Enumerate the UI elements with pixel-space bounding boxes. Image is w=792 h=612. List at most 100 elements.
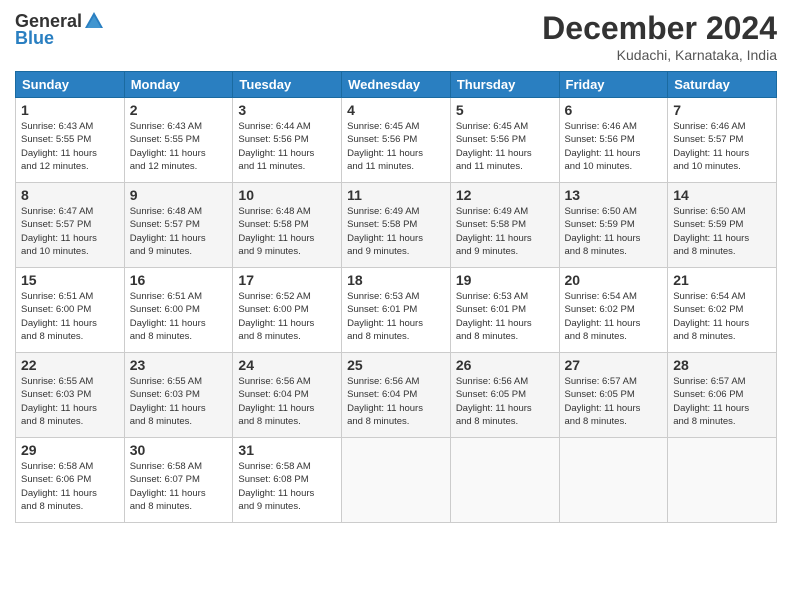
day-info: Sunrise: 6:48 AM Sunset: 5:57 PM Dayligh… bbox=[130, 205, 228, 258]
calendar-week-row: 22 Sunrise: 6:55 AM Sunset: 6:03 PM Dayli… bbox=[16, 353, 777, 438]
calendar-day-cell: 21 Sunrise: 6:54 AM Sunset: 6:02 PM Dayli… bbox=[668, 268, 777, 353]
calendar-day-cell: 19 Sunrise: 6:53 AM Sunset: 6:01 PM Dayli… bbox=[450, 268, 559, 353]
day-number: 26 bbox=[456, 357, 554, 373]
location: Kudachi, Karnataka, India bbox=[542, 47, 777, 63]
calendar-day-cell: 6Sunrise: 6:46 AM Sunset: 5:56 PM Daylig… bbox=[559, 98, 668, 183]
day-number: 24 bbox=[238, 357, 336, 373]
calendar-day-header: Saturday bbox=[668, 72, 777, 98]
day-info: Sunrise: 6:49 AM Sunset: 5:58 PM Dayligh… bbox=[456, 205, 554, 258]
calendar-week-row: 29 Sunrise: 6:58 AM Sunset: 6:06 PM Dayli… bbox=[16, 438, 777, 523]
day-number: 2 bbox=[130, 102, 228, 118]
calendar-day-header: Thursday bbox=[450, 72, 559, 98]
day-number: 6 bbox=[565, 102, 663, 118]
day-info: Sunrise: 6:50 AM Sunset: 5:59 PM Dayligh… bbox=[565, 205, 663, 258]
calendar-day-cell bbox=[668, 438, 777, 523]
calendar-day-header: Sunday bbox=[16, 72, 125, 98]
calendar-day-cell: 14 Sunrise: 6:50 AM Sunset: 5:59 PM Dayli… bbox=[668, 183, 777, 268]
day-number: 25 bbox=[347, 357, 445, 373]
day-number: 30 bbox=[130, 442, 228, 458]
logo-blue: Blue bbox=[15, 28, 54, 49]
day-number: 27 bbox=[565, 357, 663, 373]
day-info: Sunrise: 6:52 AM Sunset: 6:00 PM Dayligh… bbox=[238, 290, 336, 343]
day-info: Sunrise: 6:51 AM Sunset: 6:00 PM Dayligh… bbox=[21, 290, 119, 343]
calendar-day-cell bbox=[559, 438, 668, 523]
calendar-day-cell: 28 Sunrise: 6:57 AM Sunset: 6:06 PM Dayli… bbox=[668, 353, 777, 438]
day-info: Sunrise: 6:54 AM Sunset: 6:02 PM Dayligh… bbox=[565, 290, 663, 343]
calendar-header-row: SundayMondayTuesdayWednesdayThursdayFrid… bbox=[16, 72, 777, 98]
calendar-week-row: 15 Sunrise: 6:51 AM Sunset: 6:00 PM Dayli… bbox=[16, 268, 777, 353]
logo: General Blue bbox=[15, 10, 106, 49]
day-number: 5 bbox=[456, 102, 554, 118]
calendar-day-cell: 27 Sunrise: 6:57 AM Sunset: 6:05 PM Dayli… bbox=[559, 353, 668, 438]
calendar-day-cell bbox=[342, 438, 451, 523]
day-number: 7 bbox=[673, 102, 771, 118]
calendar-day-cell: 29 Sunrise: 6:58 AM Sunset: 6:06 PM Dayli… bbox=[16, 438, 125, 523]
day-number: 28 bbox=[673, 357, 771, 373]
calendar-day-cell: 4 Sunrise: 6:45 AM Sunset: 5:56 PM Daylig… bbox=[342, 98, 451, 183]
calendar-day-cell: 8Sunrise: 6:47 AM Sunset: 5:57 PM Daylig… bbox=[16, 183, 125, 268]
calendar-week-row: 8Sunrise: 6:47 AM Sunset: 5:57 PM Daylig… bbox=[16, 183, 777, 268]
day-number: 10 bbox=[238, 187, 336, 203]
calendar-day-cell: 18Sunrise: 6:53 AM Sunset: 6:01 PM Dayli… bbox=[342, 268, 451, 353]
calendar-day-cell: 5Sunrise: 6:45 AM Sunset: 5:56 PM Daylig… bbox=[450, 98, 559, 183]
calendar-day-cell: 17 Sunrise: 6:52 AM Sunset: 6:00 PM Dayli… bbox=[233, 268, 342, 353]
day-info: Sunrise: 6:53 AM Sunset: 6:01 PM Dayligh… bbox=[347, 290, 445, 343]
title-section: December 2024 Kudachi, Karnataka, India bbox=[542, 10, 777, 63]
calendar-day-cell bbox=[450, 438, 559, 523]
day-number: 1 bbox=[21, 102, 119, 118]
day-number: 20 bbox=[565, 272, 663, 288]
day-info: Sunrise: 6:45 AM Sunset: 5:56 PM Dayligh… bbox=[347, 120, 445, 173]
day-info: Sunrise: 6:56 AM Sunset: 6:05 PM Dayligh… bbox=[456, 375, 554, 428]
day-info: Sunrise: 6:50 AM Sunset: 5:59 PM Dayligh… bbox=[673, 205, 771, 258]
calendar-day-cell: 9 Sunrise: 6:48 AM Sunset: 5:57 PM Daylig… bbox=[124, 183, 233, 268]
day-info: Sunrise: 6:51 AM Sunset: 6:00 PM Dayligh… bbox=[130, 290, 228, 343]
day-number: 31 bbox=[238, 442, 336, 458]
calendar-day-cell: 7 Sunrise: 6:46 AM Sunset: 5:57 PM Daylig… bbox=[668, 98, 777, 183]
calendar-day-cell: 10 Sunrise: 6:48 AM Sunset: 5:58 PM Dayli… bbox=[233, 183, 342, 268]
calendar-day-cell: 2Sunrise: 6:43 AM Sunset: 5:55 PM Daylig… bbox=[124, 98, 233, 183]
day-number: 4 bbox=[347, 102, 445, 118]
calendar-day-cell: 11Sunrise: 6:49 AM Sunset: 5:58 PM Dayli… bbox=[342, 183, 451, 268]
day-number: 19 bbox=[456, 272, 554, 288]
day-number: 12 bbox=[456, 187, 554, 203]
calendar-day-cell: 22 Sunrise: 6:55 AM Sunset: 6:03 PM Dayli… bbox=[16, 353, 125, 438]
day-number: 14 bbox=[673, 187, 771, 203]
calendar-day-cell: 31 Sunrise: 6:58 AM Sunset: 6:08 PM Dayli… bbox=[233, 438, 342, 523]
day-number: 16 bbox=[130, 272, 228, 288]
logo-icon bbox=[83, 10, 105, 32]
day-info: Sunrise: 6:46 AM Sunset: 5:57 PM Dayligh… bbox=[673, 120, 771, 173]
day-number: 22 bbox=[21, 357, 119, 373]
day-info: Sunrise: 6:53 AM Sunset: 6:01 PM Dayligh… bbox=[456, 290, 554, 343]
calendar-day-cell: 25 Sunrise: 6:56 AM Sunset: 6:04 PM Dayli… bbox=[342, 353, 451, 438]
calendar-week-row: 1 Sunrise: 6:43 AM Sunset: 5:55 PM Daylig… bbox=[16, 98, 777, 183]
day-info: Sunrise: 6:48 AM Sunset: 5:58 PM Dayligh… bbox=[238, 205, 336, 258]
calendar-day-cell: 15 Sunrise: 6:51 AM Sunset: 6:00 PM Dayli… bbox=[16, 268, 125, 353]
calendar-day-cell: 24Sunrise: 6:56 AM Sunset: 6:04 PM Dayli… bbox=[233, 353, 342, 438]
calendar-day-cell: 3Sunrise: 6:44 AM Sunset: 5:56 PM Daylig… bbox=[233, 98, 342, 183]
day-number: 23 bbox=[130, 357, 228, 373]
month-title: December 2024 bbox=[542, 10, 777, 47]
day-number: 15 bbox=[21, 272, 119, 288]
day-info: Sunrise: 6:58 AM Sunset: 6:07 PM Dayligh… bbox=[130, 460, 228, 513]
day-number: 13 bbox=[565, 187, 663, 203]
main-container: General Blue December 2024 Kudachi, Karn… bbox=[0, 0, 792, 612]
calendar-day-cell: 26 Sunrise: 6:56 AM Sunset: 6:05 PM Dayli… bbox=[450, 353, 559, 438]
day-number: 29 bbox=[21, 442, 119, 458]
day-info: Sunrise: 6:58 AM Sunset: 6:06 PM Dayligh… bbox=[21, 460, 119, 513]
day-number: 3 bbox=[238, 102, 336, 118]
calendar-table: SundayMondayTuesdayWednesdayThursdayFrid… bbox=[15, 71, 777, 523]
day-info: Sunrise: 6:57 AM Sunset: 6:06 PM Dayligh… bbox=[673, 375, 771, 428]
day-info: Sunrise: 6:57 AM Sunset: 6:05 PM Dayligh… bbox=[565, 375, 663, 428]
day-number: 9 bbox=[130, 187, 228, 203]
calendar-day-cell: 30 Sunrise: 6:58 AM Sunset: 6:07 PM Dayli… bbox=[124, 438, 233, 523]
day-info: Sunrise: 6:47 AM Sunset: 5:57 PM Dayligh… bbox=[21, 205, 119, 258]
day-number: 21 bbox=[673, 272, 771, 288]
day-info: Sunrise: 6:56 AM Sunset: 6:04 PM Dayligh… bbox=[347, 375, 445, 428]
day-number: 17 bbox=[238, 272, 336, 288]
day-info: Sunrise: 6:43 AM Sunset: 5:55 PM Dayligh… bbox=[21, 120, 119, 173]
day-info: Sunrise: 6:58 AM Sunset: 6:08 PM Dayligh… bbox=[238, 460, 336, 513]
day-info: Sunrise: 6:54 AM Sunset: 6:02 PM Dayligh… bbox=[673, 290, 771, 343]
day-info: Sunrise: 6:55 AM Sunset: 6:03 PM Dayligh… bbox=[21, 375, 119, 428]
calendar-day-header: Wednesday bbox=[342, 72, 451, 98]
calendar-day-cell: 12 Sunrise: 6:49 AM Sunset: 5:58 PM Dayli… bbox=[450, 183, 559, 268]
